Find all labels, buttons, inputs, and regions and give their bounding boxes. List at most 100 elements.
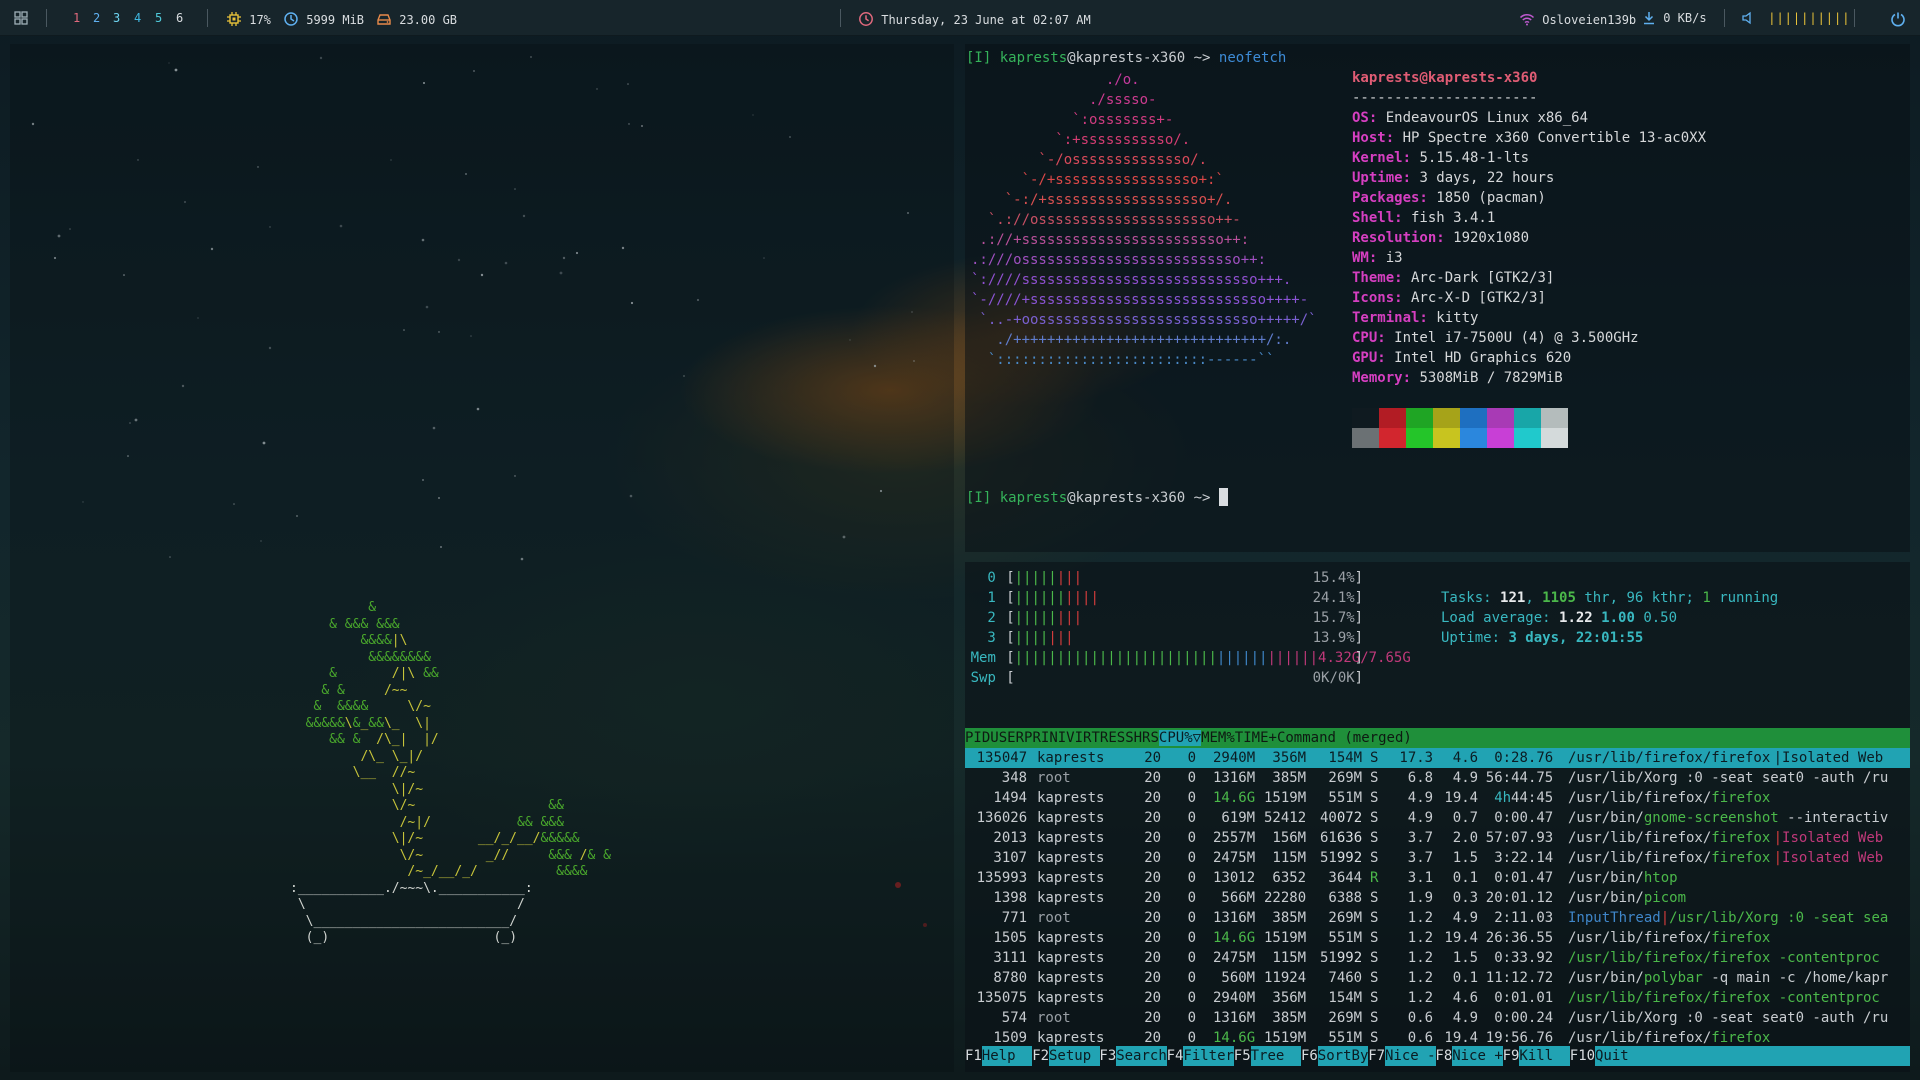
fkey-f8[interactable]: F8	[1435, 1046, 1452, 1066]
htop-terminal[interactable]: 0[|||||||| 15.4%] 1[|||||||||| 24.1%] 2[||||…	[965, 562, 1910, 1072]
process-cell: 20	[1144, 910, 1162, 926]
process-cell: S	[1370, 770, 1379, 786]
column-header[interactable]: S	[1150, 730, 1158, 746]
process-cell: 20	[1144, 870, 1162, 886]
fkey-f6[interactable]: F6	[1301, 1046, 1318, 1066]
process-cell: 2557M	[1213, 830, 1256, 846]
fkey-f5[interactable]: F5	[1234, 1046, 1251, 1066]
process-cell: 0:01.01	[1494, 990, 1554, 1006]
prompt-line[interactable]: [I] kaprests@kaprests-x360 ~>	[966, 488, 1228, 508]
info-value: 1920x1080	[1444, 230, 1530, 246]
process-row[interactable]: 1494 kaprests 20 0 14.6G 1519M 551M S 4.9 19.4 4h4…	[965, 788, 1910, 808]
command-text: neofetch	[1218, 50, 1287, 66]
process-cell: 0	[1187, 890, 1197, 906]
workspace-6[interactable]: 6	[176, 11, 183, 25]
process-cell: 135993	[976, 870, 1028, 886]
process-row[interactable]: 771 root 20 0 1316M 385M 269M S 1.2 4.9 2:11.03 Inp…	[965, 908, 1910, 928]
ascii-bonsai: & & &&& &&& &&&&|\ &&&&&&&& & /|\ && & &…	[290, 600, 611, 945]
process-cell: kaprests	[1037, 850, 1105, 866]
fkey-f1[interactable]: F1	[965, 1046, 982, 1066]
process-row[interactable]: 1509 kaprests 20 0 14.6G 1519M 551M S 0.6 19.4 19:…	[965, 1028, 1910, 1048]
process-cell: 154M	[1328, 750, 1363, 766]
process-row[interactable]: 8780 kaprests 20 0 560M 11924 7460 S 1.2 0.1 11:12…	[965, 968, 1910, 988]
workspace-2[interactable]: 2	[93, 11, 100, 25]
process-cell: 4.9	[1452, 910, 1479, 926]
fkey-label[interactable]: Tree	[1250, 1046, 1302, 1066]
fkey-label[interactable]: Filter	[1183, 1046, 1234, 1066]
volume-level-bars[interactable]: ||||||||||	[1768, 11, 1850, 25]
workspace-3[interactable]: 3	[113, 11, 120, 25]
workspace-4[interactable]: 4	[134, 11, 141, 25]
column-header[interactable]: SHR	[1125, 730, 1150, 746]
process-cell: 0:28.76	[1494, 750, 1554, 766]
fkey-f3[interactable]: F3	[1099, 1046, 1116, 1066]
process-row[interactable]: 3111 kaprests 20 0 2475M 115M 51992 S 1.2 1.5 0:33…	[965, 948, 1910, 968]
power-icon[interactable]	[1890, 11, 1906, 27]
fkey-label[interactable]: Kill	[1519, 1046, 1570, 1066]
bar-separator	[207, 9, 208, 27]
column-header[interactable]: NI	[1049, 730, 1066, 746]
fkey-label[interactable]: Quit	[1595, 1046, 1646, 1066]
column-header[interactable]: TIME+	[1235, 730, 1277, 746]
info-value: 5.15.48-1-lts	[1411, 150, 1530, 166]
process-table-header[interactable]: PIDUSERPRINIVIRTRESSHRSCPU%▽MEM%TIME+Com…	[965, 728, 1910, 748]
wifi-module[interactable]: Osloveien139b	[1519, 11, 1636, 27]
fkey-label[interactable]: Setup	[1049, 1046, 1100, 1066]
bar-separator	[1854, 9, 1855, 27]
process-row[interactable]: 136026 kaprests 20 0 619M 52412 40072 S 4.9 0.7 0:…	[965, 808, 1910, 828]
process-row[interactable]: 1505 kaprests 20 0 14.6G 1519M 551M S 1.2 19.4 26:…	[965, 928, 1910, 948]
column-header[interactable]: PRI	[1024, 730, 1049, 746]
fkey-f2[interactable]: F2	[1032, 1046, 1049, 1066]
tasks-line: Tasks: 121, 1105 thr, 96 kthr; 1 running	[1441, 590, 1779, 606]
fkey-f4[interactable]: F4	[1167, 1046, 1184, 1066]
column-header[interactable]: RES	[1100, 730, 1125, 746]
process-row[interactable]: 3107 kaprests 20 0 2475M 115M 51992 S 3.7 1.5 3:22…	[965, 848, 1910, 868]
workspace-1[interactable]: 1	[73, 11, 80, 25]
info-key: GPU:	[1352, 350, 1386, 366]
workspace-5[interactable]: 5	[155, 11, 162, 25]
column-header[interactable]: VIRT	[1066, 730, 1100, 746]
process-cell: 0:00.47	[1494, 810, 1554, 826]
process-cell: 8780	[993, 970, 1028, 986]
palette-swatch	[1433, 408, 1460, 428]
bar-separator	[46, 9, 47, 27]
clock-module[interactable]: Thursday, 23 June at 02:07 AM	[858, 11, 1091, 27]
process-row[interactable]: 348 root 20 0 1316M 385M 269M S 6.8 4.9 56:44.75/u…	[965, 768, 1910, 788]
disk-module: 23.00 GB	[376, 11, 457, 27]
process-row[interactable]: 135075 kaprests 20 0 2940M 356M 154M S 1.2 4.6 0:0…	[965, 988, 1910, 1008]
fkey-label[interactable]: Help	[981, 1046, 1033, 1066]
fkey-f9[interactable]: F9	[1503, 1046, 1520, 1066]
process-cell: root	[1037, 910, 1071, 926]
process-cell: 20	[1144, 930, 1162, 946]
fkey-f7[interactable]: F7	[1368, 1046, 1385, 1066]
prompt-line: [I] kaprests@kaprests-x360 ~> neofetch	[966, 50, 1287, 66]
volume-icon	[1742, 11, 1751, 25]
wifi-icon	[1519, 13, 1535, 26]
fkey-f10[interactable]: F10	[1570, 1046, 1595, 1066]
menu-grid-icon[interactable]	[14, 11, 28, 25]
process-row[interactable]: 1398 kaprests 20 0 566M 22280 6388 S 1.9 0.3 20:01…	[965, 888, 1910, 908]
process-row[interactable]: 574 root 20 0 1316M 385M 269M S 0.6 4.9 0:00.24/us…	[965, 1008, 1910, 1028]
palette-swatch	[1541, 428, 1568, 448]
fkey-label[interactable]: Nice -	[1385, 1046, 1436, 1066]
column-header[interactable]: PID	[965, 730, 990, 746]
column-header[interactable]: CPU%▽	[1158, 730, 1202, 746]
process-cell: 0.7	[1452, 810, 1479, 826]
volume-module[interactable]: ||||||||||	[1741, 11, 1850, 25]
column-header[interactable]: USER	[990, 730, 1024, 746]
process-row[interactable]: 2013 kaprests 20 0 2557M 156M 61636 S 3.7 2.0 57:0…	[965, 828, 1910, 848]
fkey-label[interactable]: SortBy	[1317, 1046, 1369, 1066]
column-header[interactable]: Command (merged)	[1277, 730, 1412, 746]
fkey-label[interactable]: Nice +	[1452, 1046, 1503, 1066]
neofetch-terminal[interactable]: [I] kaprests@kaprests-x360 ~> neofetch .…	[965, 44, 1910, 552]
column-header[interactable]: MEM%	[1201, 730, 1235, 746]
process-row[interactable]: 135993 kaprests 20 0 13012 6352 3644 R 3.1 0.1 0:0…	[965, 868, 1910, 888]
process-cell: 11924	[1264, 970, 1307, 986]
process-cell: 619M	[1221, 810, 1256, 826]
process-row[interactable]: 135047 kaprests 20 0 2940M 356M 154M S 17.3 4.6 0:…	[965, 748, 1910, 768]
info-value: 3 days, 22 hours	[1411, 170, 1555, 186]
process-cell: 20	[1144, 850, 1162, 866]
process-cell: 20	[1144, 790, 1162, 806]
process-cell: 356M	[1272, 990, 1307, 1006]
fkey-label[interactable]: Search	[1116, 1046, 1167, 1066]
